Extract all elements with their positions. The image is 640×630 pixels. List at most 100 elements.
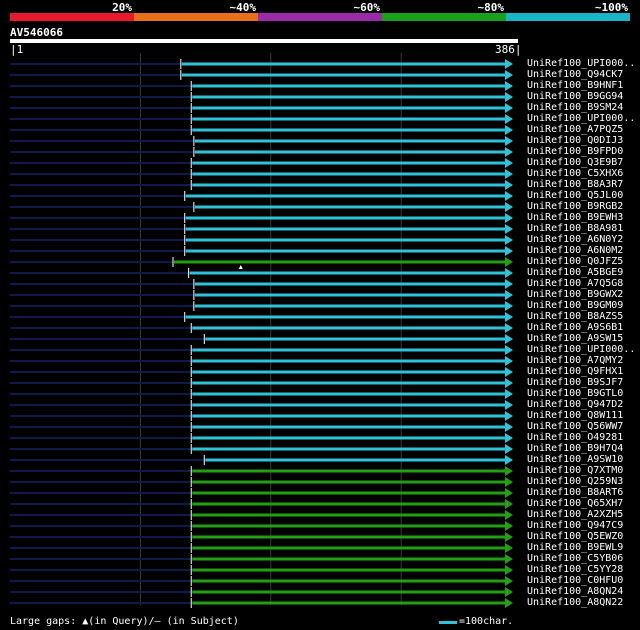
hit-link[interactable]: UniRef100_Q947D2	[527, 399, 623, 410]
hit-link[interactable]: UniRef100_B9HNF1	[527, 80, 623, 91]
alignment-arrow	[505, 290, 513, 300]
alignment-arrow	[505, 213, 513, 223]
alignment-bar	[192, 348, 507, 352]
alignment-arrow	[505, 257, 513, 267]
hit-link[interactable]: UniRef100_B9FPD0	[527, 146, 623, 157]
hit-link[interactable]: UniRef100_Q94CK7	[527, 69, 623, 80]
hit-link[interactable]: UniRef100_Q0DIJ3	[527, 135, 623, 146]
alignment-bar	[192, 117, 507, 121]
hit-link[interactable]: UniRef100_Q65XH7	[527, 498, 623, 509]
hit-link[interactable]: UniRef100_B9GTL0	[527, 388, 623, 399]
hit-link[interactable]: UniRef100_B8ART6	[527, 487, 623, 498]
alignment-bar	[192, 513, 507, 517]
alignment-bar	[192, 95, 507, 99]
alignment-arrow	[505, 422, 513, 432]
hit-link[interactable]: UniRef100_B8AZS5	[527, 311, 623, 322]
alignment-bar	[192, 447, 507, 451]
hit-link[interactable]: UniRef100_A9S6B1	[527, 322, 623, 333]
alignment-bar	[192, 183, 507, 187]
alignment-arrow	[505, 158, 513, 168]
alignment-bar	[185, 238, 507, 242]
hit-link[interactable]: UniRef100_UPI000..	[527, 58, 635, 69]
alignment-arrow	[505, 345, 513, 355]
alignment-bar	[192, 128, 507, 132]
alignment-bar	[185, 194, 507, 198]
hit-link[interactable]: UniRef100_A7QMY2	[527, 355, 623, 366]
hit-link[interactable]: UniRef100_A9SW15	[527, 333, 623, 344]
hit-link[interactable]: UniRef100_C5YY28	[527, 564, 623, 575]
hit-link[interactable]: UniRef100_Q947C9	[527, 520, 623, 531]
alignment-bar	[194, 293, 507, 297]
alignment-arrow	[505, 554, 513, 564]
alignment-arrow	[505, 235, 513, 245]
alignment-bar	[192, 106, 507, 110]
hit-link[interactable]: UniRef100_C5XHX6	[527, 168, 623, 179]
hit-link[interactable]: UniRef100_O49281	[527, 432, 623, 443]
hit-link[interactable]: UniRef100_A8QN22	[527, 597, 623, 608]
alignment-arrow	[505, 532, 513, 542]
hit-link[interactable]: UniRef100_B9EWH3	[527, 212, 623, 223]
hit-link[interactable]: UniRef100_C0HFU0	[527, 575, 623, 586]
hit-link[interactable]: UniRef100_A2XZH5	[527, 509, 623, 520]
hit-link[interactable]: UniRef100_A6N0Y2	[527, 234, 623, 245]
hit-link[interactable]: UniRef100_Q5JL00	[527, 190, 623, 201]
alignment-arrow	[505, 268, 513, 278]
hit-link[interactable]: UniRef100_B8A3R7	[527, 179, 623, 190]
alignment-bar	[192, 502, 507, 506]
hit-link[interactable]: UniRef100_UPI000..	[527, 344, 635, 355]
alignment-bar	[192, 403, 507, 407]
hit-link[interactable]: UniRef100_A7PQZ5	[527, 124, 623, 135]
hit-link[interactable]: UniRef100_B8A981	[527, 223, 623, 234]
hit-link[interactable]: UniRef100_B9GWX2	[527, 289, 623, 300]
hit-link[interactable]: UniRef100_A6N0M2	[527, 245, 623, 256]
hit-link[interactable]: UniRef100_B9SJF7	[527, 377, 623, 388]
hit-link[interactable]: UniRef100_A5BGE9	[527, 267, 623, 278]
alignment-bar	[192, 469, 507, 473]
hit-link[interactable]: UniRef100_Q259N3	[527, 476, 623, 487]
alignment-bar	[192, 557, 507, 561]
hit-link[interactable]: UniRef100_B9RGB2	[527, 201, 623, 212]
hit-link[interactable]: UniRef100_A7Q5G8	[527, 278, 623, 289]
alignment-arrow	[505, 521, 513, 531]
alignment-arrow	[505, 125, 513, 135]
alignment-bar	[192, 414, 507, 418]
alignment-arrow	[505, 191, 513, 201]
alignment-bar	[194, 205, 507, 209]
alignment-arrow	[505, 136, 513, 146]
hit-link[interactable]: UniRef100_Q9FHX1	[527, 366, 623, 377]
query-gap-marker	[238, 265, 243, 269]
hit-link[interactable]: UniRef100_B9H7Q4	[527, 443, 623, 454]
hit-link[interactable]: UniRef100_B9SM24	[527, 102, 623, 113]
alignment-bar	[192, 480, 507, 484]
hit-link[interactable]: UniRef100_Q7XTM0	[527, 465, 623, 476]
hit-link[interactable]: UniRef100_B9EWL9	[527, 542, 623, 553]
alignment-bar	[192, 546, 507, 550]
alignment-bar	[185, 249, 507, 253]
alignment-arrow	[505, 411, 513, 421]
hit-link[interactable]: UniRef100_UPI000..	[527, 113, 635, 124]
alignment-arrow	[505, 565, 513, 575]
alignment-bar	[192, 381, 507, 385]
alignment-bar	[205, 337, 507, 341]
alignment-arrow	[505, 499, 513, 509]
alignment-bar	[181, 62, 507, 66]
hit-link[interactable]: UniRef100_A9SW10	[527, 454, 623, 465]
alignment-arrow	[505, 81, 513, 91]
alignment-bar	[192, 326, 507, 330]
hit-link[interactable]: UniRef100_Q8W111	[527, 410, 623, 421]
alignment-arrow	[505, 433, 513, 443]
alignment-arrow	[505, 356, 513, 366]
hit-link[interactable]: UniRef100_C5YB06	[527, 553, 623, 564]
alignment-bar	[185, 227, 507, 231]
hit-link[interactable]: UniRef100_B9GG94	[527, 91, 623, 102]
alignment-arrow	[505, 466, 513, 476]
hit-link[interactable]: UniRef100_Q5EWZ0	[527, 531, 623, 542]
hit-link[interactable]: UniRef100_Q3E9B7	[527, 157, 623, 168]
hit-link[interactable]: UniRef100_Q0JFZ5	[527, 256, 623, 267]
hit-link[interactable]: UniRef100_Q56WW7	[527, 421, 623, 432]
hit-link[interactable]: UniRef100_A8QN24	[527, 586, 623, 597]
alignment-arrow	[505, 92, 513, 102]
hit-link[interactable]: UniRef100_B9GM09	[527, 300, 623, 311]
alignment-arrow	[505, 378, 513, 388]
alignment-bar	[194, 139, 507, 143]
